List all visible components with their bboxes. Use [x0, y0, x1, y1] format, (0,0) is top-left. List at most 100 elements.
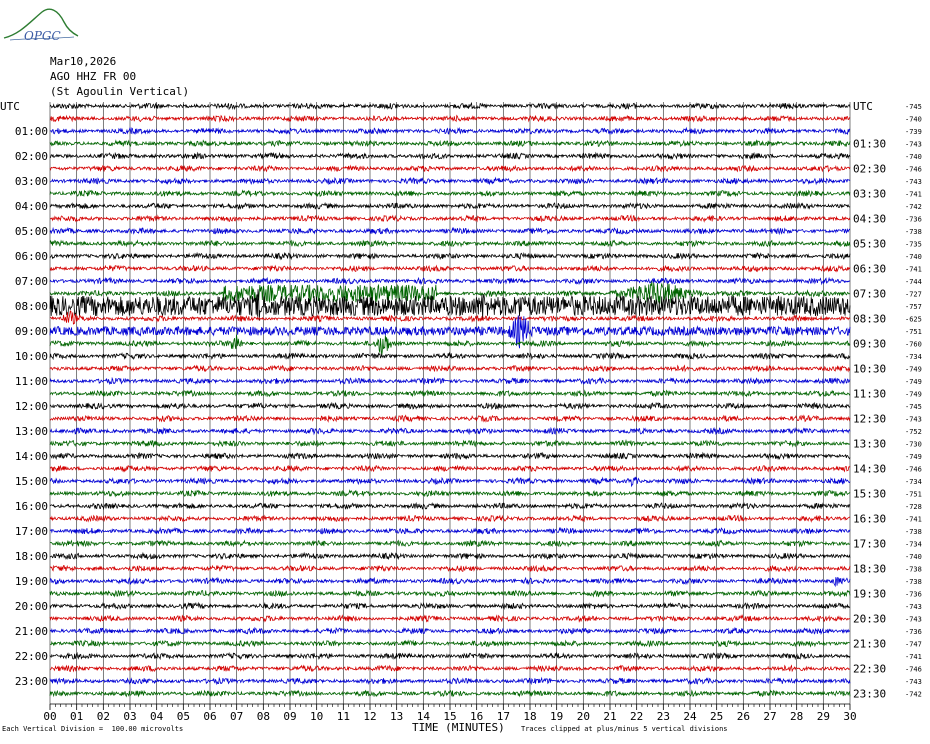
x-tick-label: 01 [70, 710, 83, 723]
x-tick-label: 18 [523, 710, 536, 723]
left-hour-label: 07:00 [15, 275, 48, 288]
trace-offset-label: -740 [905, 553, 922, 561]
right-hour-label: 08:30 [853, 313, 886, 326]
x-tick-label: 29 [817, 710, 830, 723]
trace-offset-label: -744 [905, 278, 922, 286]
right-hour-label: 09:30 [853, 338, 886, 351]
left-hour-label: 04:00 [15, 200, 48, 213]
right-hour-label: 17:30 [853, 538, 886, 551]
trace-offset-label: -743 [905, 603, 922, 611]
trace-offset-label: -727 [905, 291, 922, 299]
trace-offset-label: -740 [905, 116, 922, 124]
trace-offset-label: -734 [905, 478, 922, 486]
left-hour-label: 11:00 [15, 375, 48, 388]
trace-offset-label: -739 [905, 128, 922, 136]
right-hour-label: 13:30 [853, 438, 886, 451]
trace-offset-label: -751 [905, 328, 922, 336]
trace-offset-label: -730 [905, 441, 922, 449]
left-hour-label: 17:00 [15, 525, 48, 538]
trace-offset-labels: -745 -740 -739 -743 -740 -746 -743 -741 -742 -736… [905, 103, 922, 699]
trace-offset-label: -760 [905, 341, 922, 349]
left-hour-label: 09:00 [15, 325, 48, 338]
trace-offset-label: -740 [905, 253, 922, 261]
left-hour-label: 15:00 [15, 475, 48, 488]
x-tick-label: 22 [630, 710, 643, 723]
right-hour-labels: UTC 01:30 02:30 03:30 04:30 05:30 06:30 07:30 08… [853, 100, 886, 701]
left-hour-label: 03:00 [15, 175, 48, 188]
trace-offset-label: -745 [905, 403, 922, 411]
trace-offset-label: -736 [905, 216, 922, 224]
trace-offset-label: -746 [905, 666, 922, 674]
right-hour-label: 05:30 [853, 238, 886, 251]
right-hour-label: 23:30 [853, 688, 886, 701]
x-tick-label: 05 [177, 710, 190, 723]
trace-offset-label: -757 [905, 303, 922, 311]
trace-offset-label: -749 [905, 391, 922, 399]
left-hour-label: 22:00 [15, 650, 48, 663]
x-tick-label: 03 [123, 710, 136, 723]
trace-offset-label: -742 [905, 203, 922, 211]
left-hour-label: 02:00 [15, 150, 48, 163]
trace-offset-label: -746 [905, 166, 922, 174]
trace-offset-label: -743 [905, 416, 922, 424]
left-hour-labels: UTC 01:00 02:00 03:00 04:00 05:00 06:00 07:00 08… [0, 100, 48, 688]
right-hour-label: 10:30 [853, 363, 886, 376]
x-tick-label: 19 [550, 710, 563, 723]
left-hour-label: 10:00 [15, 350, 48, 363]
trace-offset-label: -746 [905, 466, 922, 474]
left-hour-label: 21:00 [15, 625, 48, 638]
trace-offset-label: -734 [905, 353, 922, 361]
trace-offset-label: -738 [905, 528, 922, 536]
left-hour-label: 18:00 [15, 550, 48, 563]
x-tick-label: 02 [97, 710, 110, 723]
right-hour-label: 16:30 [853, 513, 886, 526]
left-hour-label: 08:00 [15, 300, 48, 313]
x-tick-label: 08 [257, 710, 270, 723]
right-hour-label: 04:30 [853, 213, 886, 226]
x-tick-label: 27 [763, 710, 776, 723]
trace-offset-label: -742 [905, 691, 922, 699]
x-tick-label: 10 [310, 710, 323, 723]
x-tick-label: 30 [843, 710, 856, 723]
header-station: AGO HHZ FR 00 [50, 70, 137, 83]
x-tick-label: 26 [737, 710, 750, 723]
x-tick-label: 09 [283, 710, 296, 723]
left-hour-label: 06:00 [15, 250, 48, 263]
right-hour-label: 15:30 [853, 488, 886, 501]
trace-offset-label: -749 [905, 366, 922, 374]
x-tick-label: 25 [710, 710, 723, 723]
x-tick-label: 13 [390, 710, 403, 723]
helicorder-chart: UTC 01:00 02:00 03:00 04:00 05:00 06:00 07:00 08… [0, 100, 922, 723]
left-hour-label: 19:00 [15, 575, 48, 588]
trace-offset-label: -752 [905, 428, 922, 436]
trace-offset-label: -736 [905, 591, 922, 599]
right-hour-label: 11:30 [853, 388, 886, 401]
right-hour-label: 12:30 [853, 413, 886, 426]
x-tick-label: 28 [790, 710, 803, 723]
trace-offset-label: -738 [905, 228, 922, 236]
x-tick-label: 21 [603, 710, 616, 723]
trace-offset-label: -747 [905, 641, 922, 649]
header-date: Mar10,2026 [50, 55, 117, 68]
right-hour-label: 03:30 [853, 188, 886, 201]
left-hour-label: 16:00 [15, 500, 48, 513]
x-tick-label: 07 [230, 710, 243, 723]
x-tick-label: 20 [577, 710, 590, 723]
trace-offset-label: -749 [905, 378, 922, 386]
x-tick-label: 06 [203, 710, 216, 723]
trace-offset-label: -625 [905, 316, 922, 324]
left-hour-label: 01:00 [15, 125, 48, 138]
x-tick-label: 00 [43, 710, 56, 723]
left-hour-label: 14:00 [15, 450, 48, 463]
x-tick-label: 23 [657, 710, 670, 723]
right-hour-label: 19:30 [853, 588, 886, 601]
trace-offset-label: -751 [905, 491, 922, 499]
right-hour-label: 22:30 [853, 663, 886, 676]
x-tick-label: 11 [337, 710, 350, 723]
clip-note: Traces clipped at plus/minus 5 vertical … [521, 725, 728, 733]
left-hour-label: 23:00 [15, 675, 48, 688]
trace-offset-label: -738 [905, 578, 922, 586]
trace-offset-label: -741 [905, 191, 922, 199]
trace-offset-label: -743 [905, 141, 922, 149]
right-hour-label: 20:30 [853, 613, 886, 626]
